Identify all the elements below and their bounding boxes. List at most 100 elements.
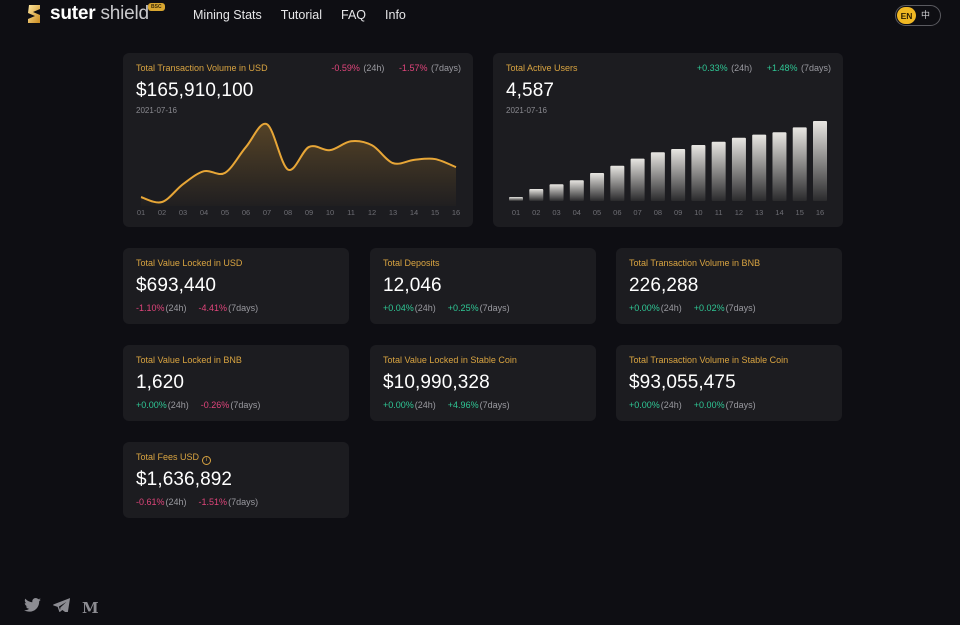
card-title-text: Total Value Locked in USD [136,258,243,268]
x-tick-label: 09 [305,208,313,217]
card-value: 12,046 [383,275,442,296]
period-24h-label: (24h) [165,303,187,313]
period-7d-label: (7days) [228,303,259,313]
card-title-text: Total Value Locked in BNB [136,355,242,365]
change-7d: -1.57% [398,63,428,73]
lang-option-zh[interactable]: 中 [921,8,930,21]
nav-link-mining-stats[interactable]: Mining Stats [193,8,262,22]
bar[interactable] [549,184,564,201]
card-title: Total Transaction Volume in Stable Coin [629,355,788,365]
period-7d-label: (7days) [800,63,831,73]
card-title: Total Deposits [383,258,440,268]
card-date: 2021-07-16 [506,106,547,115]
bar[interactable] [590,173,605,201]
change-24h: +0.00% [629,400,660,410]
bar[interactable] [671,149,686,201]
change-24h: +0.04% [383,303,414,313]
bar[interactable] [792,127,807,201]
card-title-text: Total Fees USD [136,452,200,462]
lang-option-en[interactable]: EN [897,7,916,24]
card-value: 4,587 [506,80,555,101]
bar[interactable] [509,197,523,201]
period-24h-label: (24h) [731,63,753,73]
card-tvl-bnb: Total Value Locked in BNB 1,620 +0.00%(24h… [123,345,349,421]
card-tx-volume-usd: 01 02 03 04 05 06 07 08 09 10 11 12 13 14 15 16 Total T… [123,53,473,227]
period-24h-label: (24h) [414,400,436,410]
bar[interactable] [610,165,625,201]
nav-link-tutorial[interactable]: Tutorial [281,8,322,22]
change-24h: -0.61% [136,497,165,507]
change-24h: +0.00% [136,400,167,410]
period-24h-label: (24h) [660,400,682,410]
x-tick-label: 04 [200,208,208,217]
nav-link-info[interactable]: Info [385,8,406,22]
x-tick-label: 07 [633,208,641,217]
bar[interactable] [630,158,645,201]
bar[interactable] [772,132,787,201]
period-7d-label: (7days) [479,303,510,313]
top-nav: suter shield BSC Mining Stats Tutorial F… [0,0,960,32]
nav-link-faq[interactable]: FAQ [341,8,366,22]
x-tick-label: 14 [775,208,783,217]
card-title: Total Value Locked in Stable Coin [383,355,517,365]
x-tick-label: 01 [512,208,520,217]
x-tick-label: 15 [431,208,439,217]
card-title-text: Total Deposits [383,258,440,268]
card-value: $10,990,328 [383,372,490,393]
card-title: Total Value Locked in USD [136,258,242,268]
card-title-text: Total Transaction Volume in Stable Coin [629,355,789,365]
card-title: Total Fees USD i [136,452,212,465]
card-tx-volume-bnb: Total Transaction Volume in BNB 226,288 +0… [616,248,842,324]
social-links: M [24,598,99,617]
card-changes: +0.00%(24h) -0.26%(7days) [136,400,272,410]
x-tick-label: 10 [694,208,702,217]
x-tick-label: 06 [242,208,250,217]
change-24h: +0.00% [629,303,660,313]
x-tick-label: 05 [593,208,601,217]
medium-icon[interactable]: M [82,599,99,617]
card-changes: +0.33% (24h) +1.48% (7days) [697,63,831,73]
period-7d-label: (7days) [228,497,259,507]
x-tick-label: 16 [816,208,824,217]
card-tx-volume-stable-coin: Total Transaction Volume in Stable Coin $… [616,345,842,421]
card-value: 226,288 [629,275,699,296]
x-tick-label: 08 [284,208,292,217]
bar[interactable] [691,145,706,201]
bar[interactable] [752,134,767,201]
bar[interactable] [711,141,726,201]
bar[interactable] [813,121,827,201]
logo-text-suter: suter [50,3,96,24]
card-active-users: 01 02 03 04 05 06 07 08 09 10 11 12 13 14 15 16 Total A… [493,53,843,227]
info-icon[interactable]: i [202,456,212,465]
card-total-fees-usd: Total Fees USD i $1,636,892 -0.61%(24h) -1.5… [123,442,349,518]
card-changes: +0.00%(24h) +0.00%(7days) [629,400,768,410]
x-tick-label: 03 [179,208,187,217]
card-title: Total Transaction Volume in BNB [629,258,760,268]
card-title-text: Total Transaction Volume in BNB [629,258,761,268]
language-toggle[interactable]: EN 中 [895,5,941,26]
card-value: $165,910,100 [136,80,254,101]
x-tick-label: 06 [613,208,621,217]
period-24h-label: (24h) [363,63,385,73]
card-changes: +0.00%(24h) +0.02%(7days) [629,303,768,313]
period-7d-label: (7days) [725,303,756,313]
x-tick-label: 01 [137,208,145,217]
x-tick-label: 03 [552,208,560,217]
x-tick-label: 11 [347,208,355,217]
change-7d: -0.26% [200,400,230,410]
card-value: $693,440 [136,275,217,296]
logo[interactable]: suter shield BSC [26,3,165,25]
x-tick-label: 10 [326,208,334,217]
card-changes: -0.59% (24h) -1.57% (7days) [331,63,461,73]
change-7d: +0.00% [693,400,725,410]
bar[interactable] [650,152,665,201]
change-7d: +1.48% [766,63,798,73]
change-24h: +0.33% [696,63,728,73]
bar[interactable] [731,137,746,201]
telegram-icon[interactable] [53,598,70,617]
change-24h: -1.10% [136,303,165,313]
twitter-icon[interactable] [24,598,41,617]
bar[interactable] [569,180,584,201]
bar[interactable] [529,189,544,201]
nav-links: Mining Stats Tutorial FAQ Info [193,8,406,22]
